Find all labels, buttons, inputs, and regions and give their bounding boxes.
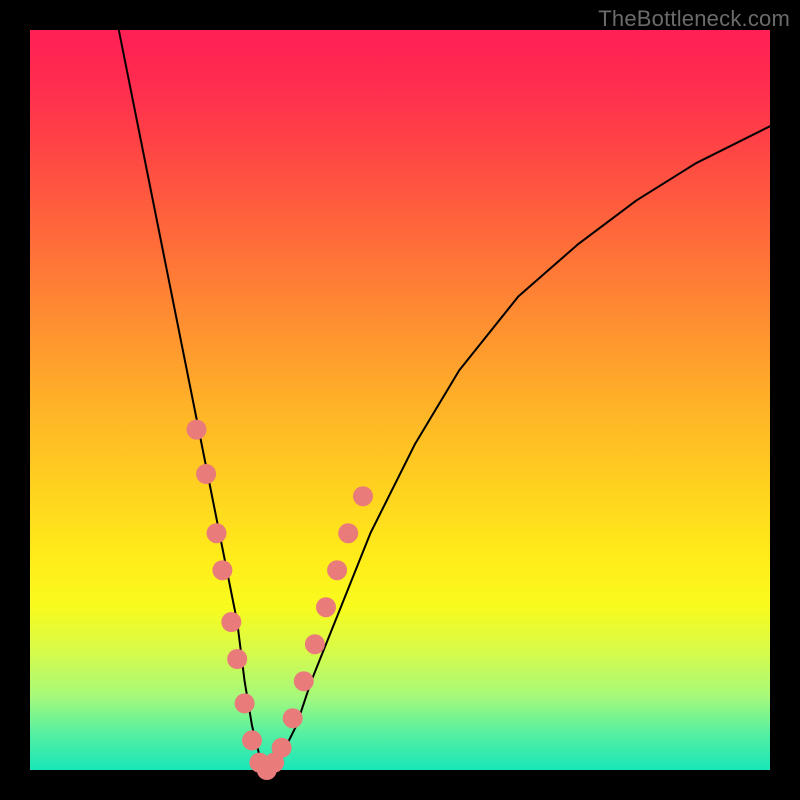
- highlight-dot: [207, 523, 227, 543]
- highlight-dot: [235, 693, 255, 713]
- highlight-dots-group: [187, 420, 374, 780]
- highlight-dot: [283, 708, 303, 728]
- highlight-dot: [305, 634, 325, 654]
- highlight-dot: [316, 597, 336, 617]
- highlight-dot: [242, 730, 262, 750]
- curve-svg: [30, 30, 770, 770]
- chart-frame: TheBottleneck.com: [0, 0, 800, 800]
- highlight-dot: [294, 671, 314, 691]
- watermark-text: TheBottleneck.com: [598, 6, 790, 32]
- highlight-dot: [353, 486, 373, 506]
- highlight-dot: [187, 420, 207, 440]
- highlight-dot: [272, 738, 292, 758]
- highlight-dot: [227, 649, 247, 669]
- highlight-dot: [212, 560, 232, 580]
- bottleneck-curve-path: [119, 30, 770, 770]
- highlight-dot: [221, 612, 241, 632]
- plot-area: [30, 30, 770, 770]
- highlight-dot: [338, 523, 358, 543]
- highlight-dot: [196, 464, 216, 484]
- highlight-dot: [327, 560, 347, 580]
